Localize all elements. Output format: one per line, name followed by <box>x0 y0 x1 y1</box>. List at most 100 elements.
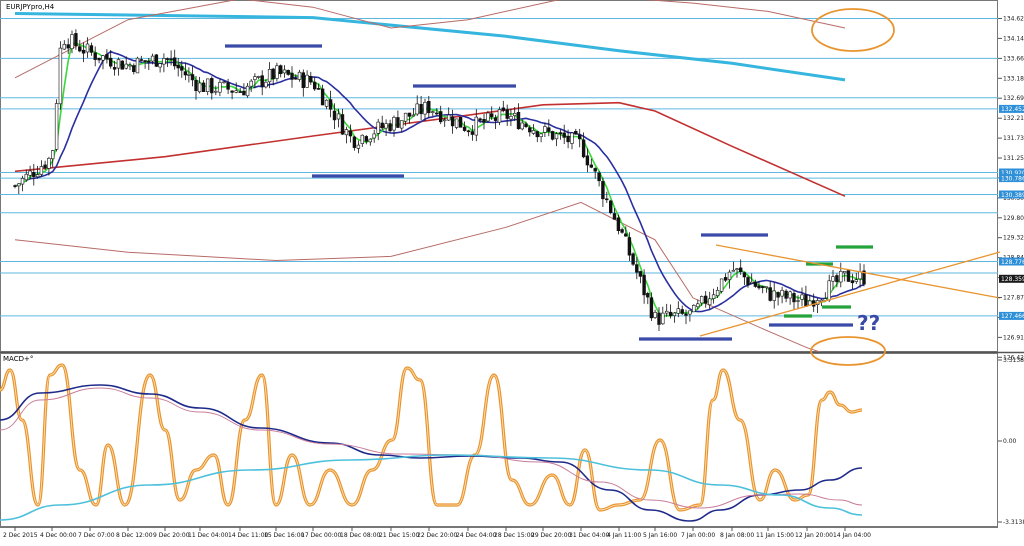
x-tick-label: 9 Dec 20:00 <box>153 532 190 539</box>
candle-body <box>162 58 166 65</box>
candle-body <box>411 114 416 117</box>
candle-body <box>727 271 732 280</box>
candle-body <box>635 264 639 273</box>
moving-average-overlays <box>14 0 865 352</box>
macd-title: MACD+° <box>3 355 33 363</box>
x-axis: 2 Dec 2015 4 Dec 00:00 7 Dec 07:00 8 Dec 12… <box>3 527 871 539</box>
candle-body <box>70 34 74 49</box>
candle-body <box>173 57 177 67</box>
candle-body <box>566 135 570 143</box>
candle-body <box>309 76 313 83</box>
candle-body <box>742 272 747 278</box>
upper-band <box>14 0 846 79</box>
price-badge-label: 132.452 <box>1001 106 1024 113</box>
candle-body <box>275 65 279 79</box>
candle-body <box>158 63 162 68</box>
candle-body <box>74 33 78 47</box>
y-tick-label: 133.669 <box>1003 55 1024 62</box>
candle-body <box>509 116 513 120</box>
candle-body <box>505 109 509 119</box>
macd-y-axis: 3.3138 0.00 -3.3138 <box>998 357 1024 526</box>
candle-body <box>278 65 283 74</box>
candle-body <box>684 313 688 316</box>
candle-body <box>43 164 47 169</box>
price-badge-label: 130.389 <box>1001 192 1024 199</box>
candle-body <box>20 178 25 185</box>
x-tick-label: 24 Dec 04:00 <box>456 532 497 539</box>
candle-body <box>676 308 681 314</box>
x-tick-label: 14 Dec 11:00 <box>228 532 269 539</box>
triangle-upper-line <box>715 244 1001 299</box>
candle-body <box>543 126 547 133</box>
candle-body <box>581 139 586 158</box>
candle-body <box>139 59 143 61</box>
price-badge-label: 127.466 <box>1001 313 1024 320</box>
candle-body <box>183 71 188 76</box>
candle-body <box>222 81 226 84</box>
candle-body <box>336 113 341 120</box>
macd-y-tick-label: 0.00 <box>1003 438 1017 445</box>
candle-body <box>245 85 250 97</box>
x-tick-label: 29 Dec 20:00 <box>531 532 572 539</box>
macd-lines <box>0 363 863 522</box>
candle-body <box>535 131 540 138</box>
candle-body <box>804 294 808 307</box>
candle-body <box>608 200 613 213</box>
candle-body <box>135 57 140 74</box>
candle-body <box>680 309 684 314</box>
candle-body <box>194 80 198 92</box>
macd-y-tick-label: -3.3138 <box>1003 519 1024 526</box>
candle-body <box>368 138 372 143</box>
main-panel-frame <box>0 0 998 352</box>
candle-body <box>772 290 776 301</box>
candle-body <box>668 311 673 317</box>
candle-body <box>348 130 353 137</box>
candle-body <box>290 72 294 80</box>
y-tick-label: 132.219 <box>1003 115 1024 122</box>
candle-body <box>562 132 566 138</box>
candle-body <box>39 166 44 175</box>
candle-body <box>593 168 597 172</box>
candle-body <box>719 278 724 292</box>
candle-body <box>206 78 210 93</box>
candle-body <box>78 46 82 52</box>
y-tick-label: 127.879 <box>1003 295 1024 302</box>
candle-body <box>340 114 345 135</box>
candle-body <box>757 285 761 289</box>
candle-body <box>642 274 646 296</box>
candle-body <box>253 76 257 80</box>
candle-body <box>627 237 632 256</box>
candle-body <box>462 126 467 131</box>
candle-body <box>89 45 94 53</box>
x-tick-label: 12 Jan 20:00 <box>795 532 833 539</box>
x-tick-label: 22 Dec 20:00 <box>417 532 458 539</box>
candle-body <box>788 291 792 299</box>
candle-body <box>776 292 780 298</box>
candle-body <box>624 233 628 237</box>
x-tick-label: 5 Jan 16:00 <box>643 532 677 539</box>
candle-body <box>474 116 478 136</box>
candle-body <box>570 132 574 144</box>
candle-body <box>230 90 234 93</box>
y-tick-label: 131.259 <box>1003 155 1024 162</box>
candle-body <box>478 118 482 121</box>
candle-body <box>282 69 287 74</box>
candle-body <box>267 69 272 83</box>
highlight-ellipse-top <box>811 8 895 52</box>
candle-body <box>589 164 594 168</box>
candle-body <box>297 71 302 80</box>
macd-panel-frame <box>0 353 998 527</box>
y-tick-label: 134.149 <box>1003 35 1024 42</box>
candle-body <box>653 311 657 318</box>
candlesticks <box>13 29 866 331</box>
candle-body <box>780 289 784 297</box>
candle-body <box>116 59 121 69</box>
candle-body <box>699 296 704 304</box>
candle-body <box>827 280 831 301</box>
candle-body <box>605 198 609 201</box>
main-chart-title: EURJPYpro,H4 <box>6 3 55 11</box>
x-tick-label: 8 Jan 08:00 <box>720 532 754 539</box>
candle-body <box>143 60 147 63</box>
candle-body <box>649 297 654 319</box>
candle-body <box>657 312 661 325</box>
